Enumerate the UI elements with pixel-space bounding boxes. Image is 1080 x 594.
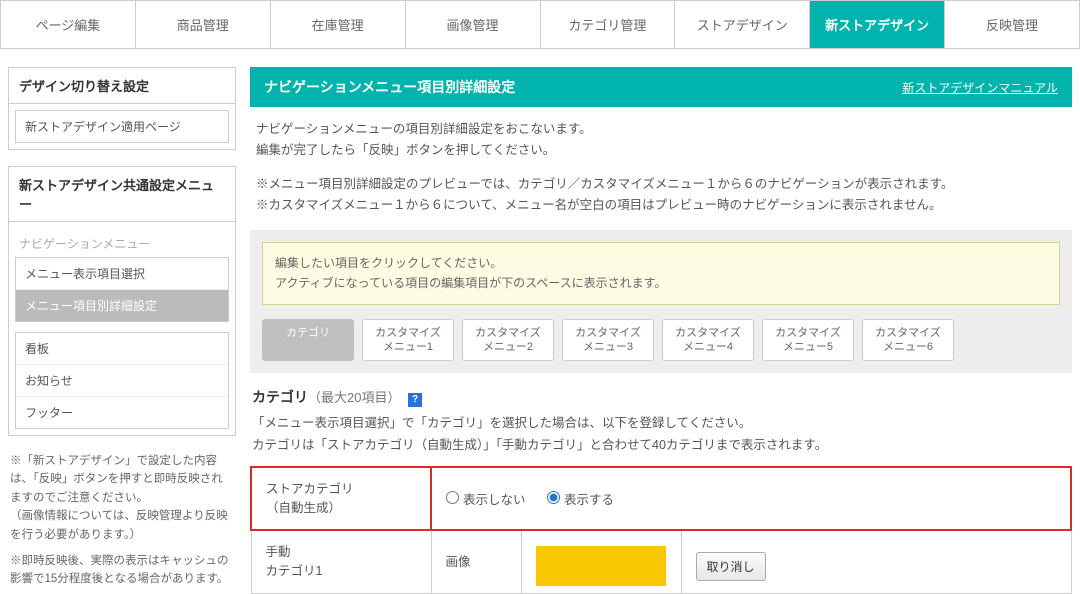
sidebar-item-applied-page[interactable]: 新ストアデザイン適用ページ [16,111,228,142]
topnav-item[interactable]: ストアデザイン [675,0,810,48]
radio-hide-input[interactable] [446,491,459,504]
topnav-item[interactable]: ページ編集 [0,0,136,48]
store-category-row: ストアカテゴリ（自動生成） 表示しない 表示する [251,467,1071,531]
edit-instruction-box: 編集したい項目をクリックしてください。アクティブになっている項目の編集項目が下の… [262,242,1060,305]
sidebar-heading: デザイン切り替え設定 [9,68,235,104]
field-label-image: 画像 [431,530,521,593]
edit-tab[interactable]: カテゴリ [262,319,354,362]
edit-pane: 編集したい項目をクリックしてください。アクティブになっている項目の編集項目が下の… [250,230,1072,373]
topnav-item[interactable]: 商品管理 [136,0,271,48]
edit-tab[interactable]: カスタマイズメニュー1 [362,319,454,362]
main-intro: ナビゲーションメニューの項目別詳細設定をおこないます。編集が完了したら「反映」ボ… [250,107,1072,230]
sidebar-item-other[interactable]: フッター [16,397,228,428]
edit-tab[interactable]: カスタマイズメニュー6 [862,319,954,362]
edit-tab[interactable]: カスタマイズメニュー5 [762,319,854,362]
page-title: ナビゲーションメニュー項目別詳細設定 [264,77,515,97]
edit-tab[interactable]: カスタマイズメニュー3 [562,319,654,362]
radio-hide[interactable]: 表示しない [446,493,526,507]
sidebar-sublabel-nav: ナビゲーションメニュー [15,228,229,257]
topnav-item[interactable]: カテゴリ管理 [541,0,676,48]
sidebar-item-nav[interactable]: メニュー項目別詳細設定 [16,290,228,321]
top-nav: ページ編集商品管理在庫管理画像管理カテゴリ管理ストアデザイン新ストアデザイン反映… [0,0,1080,49]
category-tabset: カテゴリカスタマイズメニュー1カスタマイズメニュー2カスタマイズメニュー3カスタ… [262,319,1060,362]
sidebar-item-other[interactable]: お知らせ [16,365,228,397]
sidebar-note: ※即時反映後、実際の表示はキャッシュの影響で15分程度後となる場合があります。 [8,552,236,589]
main-header: ナビゲーションメニュー項目別詳細設定 新ストアデザインマニュアル [250,67,1072,107]
sidebar-heading: 新ストアデザイン共通設定メニュー [9,167,235,222]
field-label-store-category: ストアカテゴリ（自動生成） [251,467,431,531]
sidebar-note: ※「新ストアデザイン」で設定した内容は、「反映」ボタンを押すと即時反映されますの… [8,452,236,544]
edit-tab[interactable]: カスタマイズメニュー4 [662,319,754,362]
manual-link[interactable]: 新ストアデザインマニュアル [902,79,1058,96]
topnav-item[interactable]: 新ストアデザイン [810,0,945,48]
topnav-item[interactable]: 反映管理 [945,0,1080,48]
topnav-item[interactable]: 画像管理 [406,0,541,48]
radio-show-input[interactable] [547,491,560,504]
reset-button[interactable]: 取り消し [696,552,766,581]
help-icon[interactable]: ? [408,393,422,407]
category-section-title: カテゴリ（最大20項目） ? [250,373,1072,413]
topnav-item[interactable]: 在庫管理 [271,0,406,48]
sidebar-item-nav[interactable]: メニュー表示項目選択 [16,258,228,290]
image-action-cell: 取り消し [681,530,1071,593]
radio-show[interactable]: 表示する [547,493,614,507]
sidebar: デザイン切り替え設定 新ストアデザイン適用ページ 新ストアデザイン共通設定メニュ… [8,67,236,594]
manual-category-row: 手動カテゴリ1 画像 取り消し [251,530,1071,593]
category-form-table: ストアカテゴリ（自動生成） 表示しない 表示する 手動カテゴリ1 画像 取り消し [250,466,1072,594]
field-label-manual-category: 手動カテゴリ1 [251,530,431,593]
image-preview-cell [521,530,681,593]
image-thumbnail [536,546,666,586]
main-content: ナビゲーションメニュー項目別詳細設定 新ストアデザインマニュアル ナビゲーション… [250,67,1072,594]
sidebar-section-common-settings: 新ストアデザイン共通設定メニュー ナビゲーションメニュー メニュー表示項目選択メ… [8,166,236,436]
sidebar-item-other[interactable]: 看板 [16,333,228,365]
store-category-radio-cell: 表示しない 表示する [431,467,1071,531]
edit-tab[interactable]: カスタマイズメニュー2 [462,319,554,362]
category-section-desc: 「メニュー表示項目選択」で「カテゴリ」を選択した場合は、以下を登録してください。… [250,413,1072,466]
sidebar-section-design-switch: デザイン切り替え設定 新ストアデザイン適用ページ [8,67,236,150]
